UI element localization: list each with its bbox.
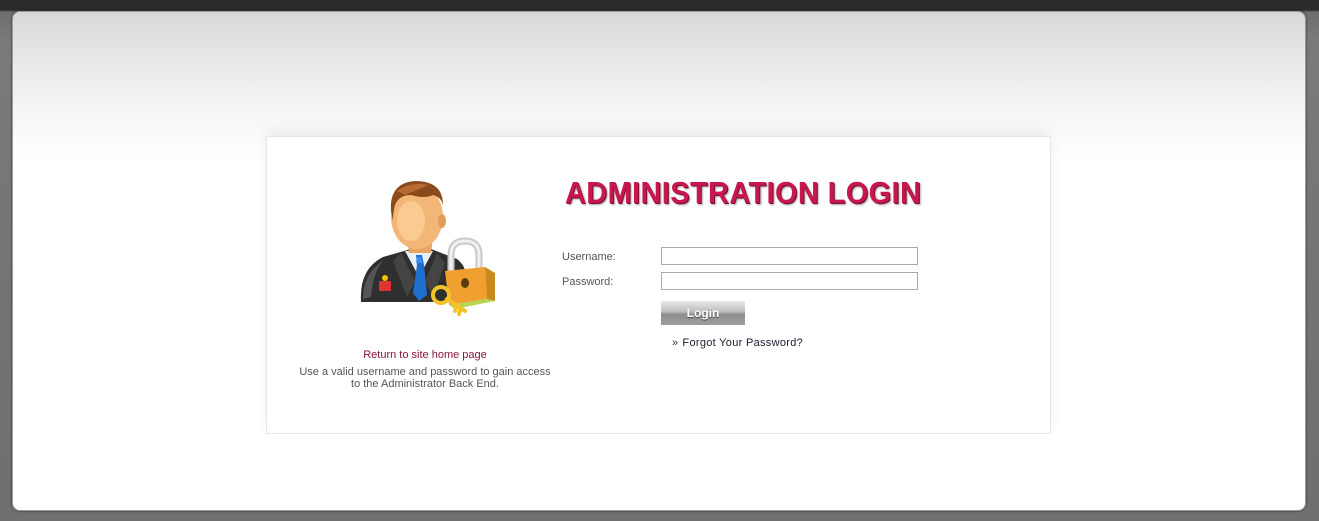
username-label: Username: <box>562 251 616 263</box>
login-card: Return to site home page Use a valid use… <box>266 136 1051 434</box>
return-home-link[interactable]: Return to site home page <box>267 349 583 361</box>
password-label: Password: <box>562 276 614 288</box>
info-line-2: to the Administrator Back End. <box>351 378 499 390</box>
login-button[interactable]: Login <box>661 301 745 325</box>
forgot-password-link[interactable]: Forgot Your Password? <box>682 337 803 349</box>
username-input[interactable] <box>661 247 918 265</box>
page-title: ADMINISTRATION LOGIN <box>565 175 922 210</box>
login-info-text: Use a valid username and password to gai… <box>293 366 557 390</box>
forgot-password: » Forgot Your Password? <box>672 337 803 349</box>
admin-user-lock-icon <box>353 177 503 322</box>
info-line-1: Use a valid username and password to gai… <box>299 366 551 378</box>
page-frame: Return to site home page Use a valid use… <box>12 11 1306 511</box>
password-input[interactable] <box>661 272 918 290</box>
forgot-arrow-icon: » <box>672 337 679 349</box>
